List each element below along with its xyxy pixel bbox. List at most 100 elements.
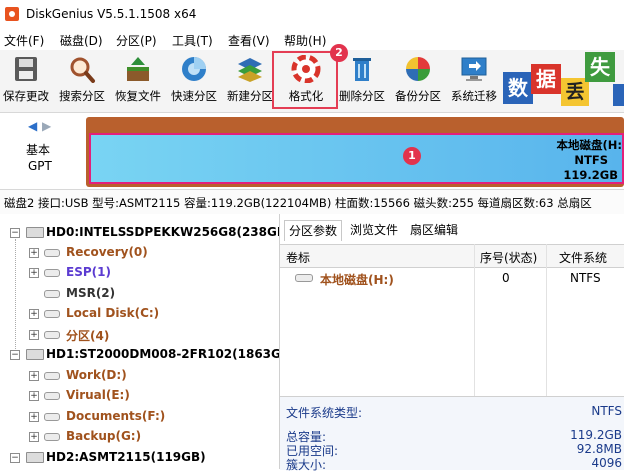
partition-icon (44, 331, 60, 339)
cluster-size-label: 簇大小: (286, 458, 327, 472)
format-highlight-frame (272, 51, 338, 109)
fs-type-value: NTFS (591, 404, 622, 418)
tree-disk-hd1[interactable]: − HD1:ST2000DM008-2FR102(1863GB) (0, 345, 279, 365)
tree-disk-hd2[interactable]: − HD2:ASMT2115(119GB) (0, 448, 279, 468)
search-partition-button[interactable]: 搜索分区 (54, 52, 110, 108)
menu-file[interactable]: 文件(F) (4, 32, 44, 49)
col-index-status[interactable]: 序号(状态) (480, 249, 537, 266)
disk-info-bar: 磁盘2 接口:USB 型号:ASMT2115 容量:119.2GB(122104… (0, 189, 624, 215)
tree-disk-label: HD2:ASMT2115(119GB) (46, 450, 206, 464)
row-volume-label: 本地磁盘(H:) (320, 273, 394, 287)
banner-tile-3: 丢 (561, 78, 589, 106)
partition-icon (44, 290, 60, 298)
ad-banner[interactable]: 数 据 丢 失 (503, 50, 624, 110)
tree-partition-label: Virual(E:) (66, 388, 130, 402)
banner-tile-1: 数 (503, 72, 533, 104)
delete-partition-label: 删除分区 (339, 89, 385, 103)
expand-icon[interactable]: + (29, 330, 39, 340)
hard-disk-icon (26, 349, 44, 360)
expand-icon[interactable]: + (29, 391, 39, 401)
quick-partition-label: 快速分区 (171, 89, 217, 103)
partition-icon (295, 274, 313, 282)
row-index: 0 (502, 271, 510, 285)
menu-partition[interactable]: 分区(P) (116, 32, 157, 49)
disk-type-panel: ◀ ▶ 基本 GPT (0, 113, 86, 189)
tree-disk-hd0[interactable]: − HD0:INTELSSDPEKKW256G8(238GB) (0, 223, 279, 243)
quick-partition-button[interactable]: 快速分区 (166, 52, 222, 108)
title-bar: DiskGenius V5.5.1.1508 x64 (0, 0, 624, 30)
expand-icon[interactable]: + (29, 268, 39, 278)
partition-info-pane: 文件系统类型: NTFS 总容量: 119.2GB 已用空间: 92.8MB 簇… (280, 396, 624, 472)
row-filesystem: NTFS (570, 271, 601, 285)
tree-partition-label: Local Disk(C:) (66, 306, 160, 320)
total-capacity-value: 119.2GB (570, 428, 622, 442)
partition-icon (44, 249, 60, 257)
tree-partition-label: Work(D:) (66, 368, 127, 382)
new-partition-button[interactable]: 新建分区 (222, 52, 278, 108)
system-migration-button[interactable]: 系统迁移 (446, 52, 502, 108)
partition-block-h[interactable]: 本地磁盘(H: NTFS 119.2GB (89, 133, 624, 184)
tree-partition-label: Backup(G:) (66, 429, 142, 443)
used-space-value: 92.8MB (576, 442, 622, 456)
tab-partition-params[interactable]: 分区参数 (284, 220, 343, 241)
tab-sector-edit[interactable]: 扇区编辑 (406, 220, 462, 240)
save-changes-button[interactable]: 保存更改 (0, 52, 52, 108)
hard-disk-icon (26, 452, 44, 463)
prev-disk-arrow-icon[interactable]: ◀ (28, 119, 37, 133)
tab-browse-files[interactable]: 浏览文件 (346, 220, 402, 240)
disk-type-gpt: GPT (28, 159, 52, 173)
banner-tile-2: 据 (531, 64, 561, 94)
col-volume-label[interactable]: 卷标 (286, 249, 310, 266)
partition-table-header: 卷标 序号(状态) 文件系统 (280, 244, 624, 268)
tree-partition-label: MSR(2) (66, 286, 116, 300)
backup-partition-button[interactable]: 备份分区 (390, 52, 446, 108)
backup-icon (406, 57, 430, 81)
menu-view[interactable]: 查看(V) (228, 32, 270, 49)
backup-partition-label: 备份分区 (395, 89, 441, 103)
delete-icon (353, 58, 371, 81)
recover-files-label: 恢复文件 (115, 89, 161, 103)
partition-icon (44, 372, 60, 380)
tree-partition-label: Documents(F:) (66, 409, 166, 423)
collapse-icon[interactable]: − (10, 453, 20, 463)
partition-block-size: 119.2GB (563, 168, 618, 182)
recover-icon (127, 57, 149, 81)
partition-icon (44, 269, 60, 277)
next-disk-arrow-icon[interactable]: ▶ (42, 119, 51, 133)
search-partition-label: 搜索分区 (59, 89, 105, 103)
table-row[interactable]: 本地磁盘(H:) 0 NTFS (280, 268, 624, 290)
tree-partition-label: Recovery(0) (66, 245, 148, 259)
partition-icon (44, 310, 60, 318)
partition-block-name: 本地磁盘(H: (556, 138, 622, 152)
tree-partition-label: 分区(4) (66, 329, 110, 343)
tree-disk-label: HD0:INTELSSDPEKKW256G8(238GB) (46, 225, 280, 239)
menu-disk[interactable]: 磁盘(D) (60, 32, 103, 49)
expand-icon[interactable]: + (29, 248, 39, 258)
tree-disk-label: HD1:ST2000DM008-2FR102(1863GB) (46, 347, 280, 361)
collapse-icon[interactable]: − (10, 228, 20, 238)
disk-tree: − HD0:INTELSSDPEKKW256G8(238GB) + Recove… (0, 214, 280, 469)
partition-icon (44, 433, 60, 441)
partition-icon (44, 392, 60, 400)
fs-type-label: 文件系统类型: (286, 406, 363, 420)
expand-icon[interactable]: + (29, 412, 39, 422)
menu-bar: 文件(F) 磁盘(D) 分区(P) 工具(T) 查看(V) 帮助(H) (0, 30, 624, 50)
recover-files-button[interactable]: 恢复文件 (110, 52, 166, 108)
partition-icon (44, 413, 60, 421)
expand-icon[interactable]: + (29, 371, 39, 381)
hard-disk-icon (26, 227, 44, 238)
menu-help[interactable]: 帮助(H) (284, 32, 326, 49)
step-2-badge: 2 (330, 44, 348, 62)
new-partition-label: 新建分区 (227, 89, 273, 103)
cluster-size-value: 4096 (591, 456, 622, 470)
step-1-badge: 1 (403, 147, 421, 165)
expand-icon[interactable]: + (29, 432, 39, 442)
tree-partition-label: ESP(1) (66, 265, 111, 279)
menu-tools[interactable]: 工具(T) (172, 32, 213, 49)
partition-block-fs: NTFS (574, 153, 608, 167)
banner-tile-4: 失 (585, 52, 615, 82)
collapse-icon[interactable]: − (10, 350, 20, 360)
expand-icon[interactable]: + (29, 309, 39, 319)
save-icon (15, 57, 37, 81)
col-filesystem[interactable]: 文件系统 (559, 249, 607, 266)
